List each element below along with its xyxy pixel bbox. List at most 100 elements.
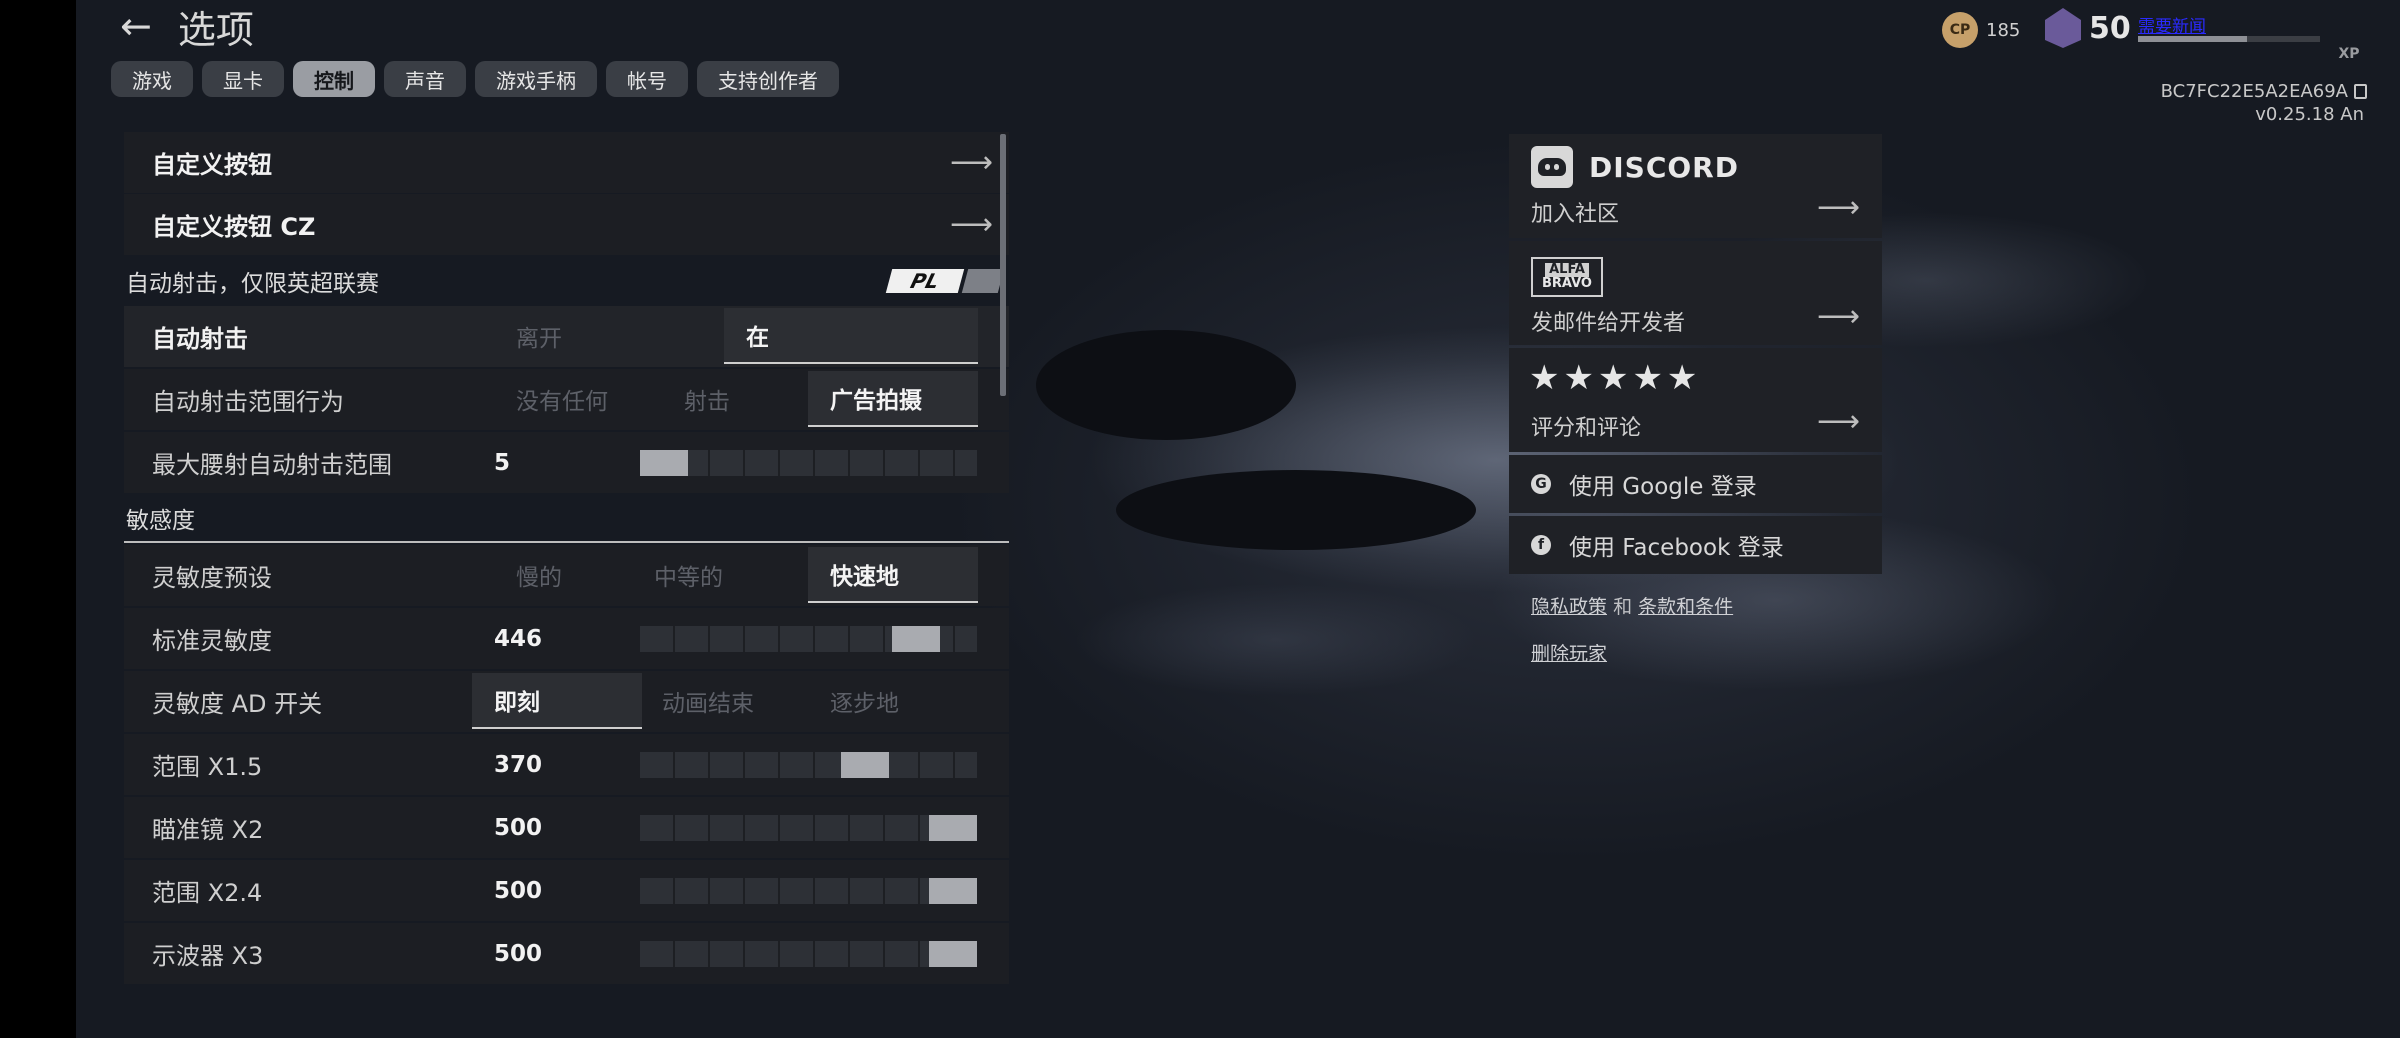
scope-x15-value: 370 [494, 751, 543, 778]
five-stars-icon: ★★★★★ [1529, 358, 1702, 398]
google-login-content: G 使用 Google 登录 [1509, 467, 1757, 501]
sight-x2-value: 500 [494, 814, 543, 841]
arrow-right-icon: ⟶ [1816, 190, 1860, 225]
tab-graphics[interactable]: 显卡 [202, 61, 284, 97]
google-login-button[interactable]: G 使用 Google 登录 [1509, 455, 1882, 513]
sensitivity-section-title: 敏感度 [126, 508, 195, 534]
email-developer-card[interactable]: ALFA BRAVO 发邮件给开发者 ⟶ [1509, 241, 1882, 345]
auto-fire-section-title: 自动射击，仅限英超联赛 [126, 271, 379, 297]
back-arrow-icon[interactable]: ← [120, 7, 152, 45]
scope-x15-slider[interactable] [640, 752, 977, 778]
facebook-login-button[interactable]: f 使用 Facebook 登录 [1509, 516, 1882, 574]
discord-wordmark: DISCORD [1589, 150, 1739, 184]
privacy-policy-link[interactable]: 隐私政策 [1531, 596, 1607, 618]
settings-scrollbar[interactable] [1000, 134, 1006, 396]
tab-bar: 游戏 显卡 控制 声音 游戏手柄 帐号 支持创作者 [111, 61, 839, 97]
legal-links: 隐私政策 和 条款和条件 删除玩家 [1531, 592, 1882, 666]
player-level: 50 [2045, 8, 2131, 48]
tab-account[interactable]: 帐号 [606, 61, 688, 97]
copy-icon[interactable] [2354, 84, 2367, 99]
arrow-right-icon: ⟶ [949, 207, 993, 242]
xp-progress-bar [2138, 36, 2320, 42]
slider-thumb[interactable] [929, 941, 977, 967]
rate-review-label: 评分和评论 [1531, 416, 1642, 441]
version-label: v0.25.18 An [2255, 104, 2364, 125]
sensitivity-preset-row: 灵敏度预设 慢的 中等的 快速地 [124, 545, 1009, 606]
sight-x2-row: 瞄准镜 X2 500 [124, 797, 1009, 858]
tab-game[interactable]: 游戏 [111, 61, 193, 97]
rate-review-card[interactable]: ★★★★★ 评分和评论 ⟶ [1509, 348, 1882, 452]
bg-shadow [1036, 330, 1296, 440]
slider-thumb[interactable] [640, 450, 688, 476]
scope-x3-label: 示波器 X3 [152, 942, 264, 970]
slider-thumb[interactable] [841, 752, 890, 778]
auto-fire-option-on[interactable]: 在 [724, 308, 978, 364]
settings-list: 自定义按钮 ⟶ 自定义按钮 CZ ⟶ 自动射击，仅限英超联赛 PL 自动射击 离… [124, 132, 1009, 986]
xp-link[interactable]: 需要新闻 [2138, 12, 2206, 37]
tab-controls[interactable]: 控制 [293, 61, 375, 97]
max-hipfire-range-slider[interactable] [640, 450, 977, 476]
standard-sensitivity-value: 446 [494, 625, 543, 652]
google-login-label: 使用 Google 登录 [1569, 474, 1757, 500]
discord-logo: DISCORD [1531, 146, 1739, 188]
range-behavior-option-ads[interactable]: 广告拍摄 [808, 371, 978, 427]
scope-x24-row: 范围 X2.4 500 [124, 860, 1009, 921]
bravo-logo-text: BRAVO [1542, 276, 1592, 291]
scope-x24-slider[interactable] [640, 878, 977, 904]
range-behavior-option-shoot[interactable]: 射击 [662, 371, 822, 427]
delete-player-link[interactable]: 删除玩家 [1531, 639, 1607, 666]
scope-x3-slider[interactable] [640, 941, 977, 967]
cp-amount: 185 [1986, 19, 2021, 41]
alfa-bravo-logo: ALFA BRAVO [1531, 257, 1603, 297]
ads-option-gradual[interactable]: 逐步地 [808, 673, 978, 729]
standard-sensitivity-slider[interactable] [640, 626, 977, 652]
right-panel: DISCORD 加入社区 ⟶ ALFA BRAVO 发邮件给开发者 ⟶ ★★★★… [1509, 134, 1882, 666]
arrow-right-icon: ⟶ [1816, 404, 1860, 439]
preset-option-medium[interactable]: 中等的 [632, 547, 802, 603]
standard-sensitivity-label: 标准灵敏度 [152, 627, 272, 655]
sensitivity-preset-label: 灵敏度预设 [152, 564, 272, 592]
ads-toggle-label: 灵敏度 AD 开关 [152, 690, 323, 718]
preset-option-slow[interactable]: 慢的 [494, 547, 654, 603]
scope-x15-row: 范围 X1.5 370 [124, 734, 1009, 795]
auto-fire-row: 自动射击 离开 在 [124, 306, 1009, 367]
terms-link[interactable]: 条款和条件 [1638, 596, 1733, 618]
facebook-login-content: f 使用 Facebook 登录 [1509, 528, 1784, 562]
player-id: BC7FC22E5A2EA69A [2160, 81, 2348, 102]
xp-icon: XP [2333, 46, 2365, 82]
ads-toggle-row: 灵敏度 AD 开关 即刻 动画结束 逐步地 [124, 671, 1009, 732]
ads-option-instant[interactable]: 即刻 [472, 673, 642, 729]
slider-thumb[interactable] [929, 815, 977, 841]
level-rank-icon [2045, 8, 2081, 48]
discord-card[interactable]: DISCORD 加入社区 ⟶ [1509, 134, 1882, 238]
page-title: 选项 [177, 7, 254, 52]
sight-x2-slider[interactable] [640, 815, 977, 841]
google-icon: G [1531, 474, 1551, 494]
custom-buttons-label: 自定义按钮 [152, 151, 272, 179]
discord-label: 加入社区 [1531, 202, 1620, 227]
level-number: 50 [2089, 10, 2131, 46]
cp-currency[interactable]: CP 185 [1942, 12, 2020, 48]
sensitivity-section-header: 敏感度 [124, 495, 1009, 543]
custom-buttons-cz-label: 自定义按钮 CZ [152, 213, 316, 241]
tab-gamepad[interactable]: 游戏手柄 [475, 61, 597, 97]
and-text: 和 [1613, 596, 1633, 618]
player-id-row[interactable]: BC7FC22E5A2EA69A [2161, 81, 2367, 102]
range-behavior-option-none[interactable]: 没有任何 [494, 371, 654, 427]
auto-fire-option-off[interactable]: 离开 [494, 308, 664, 364]
gun-icon [961, 269, 1005, 293]
facebook-login-label: 使用 Facebook 登录 [1569, 535, 1784, 561]
custom-buttons-cz-row[interactable]: 自定义按钮 CZ ⟶ [124, 194, 1009, 255]
preset-option-fast[interactable]: 快速地 [808, 547, 978, 603]
arrow-right-icon: ⟶ [949, 145, 993, 180]
tab-sound[interactable]: 声音 [384, 61, 466, 97]
custom-buttons-row[interactable]: 自定义按钮 ⟶ [124, 132, 1009, 193]
scope-x3-row: 示波器 X3 500 [124, 923, 1009, 984]
email-developer-label: 发邮件给开发者 [1531, 311, 1686, 336]
tab-support-creator[interactable]: 支持创作者 [697, 61, 839, 97]
slider-thumb[interactable] [891, 626, 940, 652]
facebook-icon: f [1531, 535, 1551, 555]
slider-thumb[interactable] [929, 878, 977, 904]
discord-icon [1531, 146, 1573, 188]
ads-option-animation-end[interactable]: 动画结束 [640, 673, 810, 729]
